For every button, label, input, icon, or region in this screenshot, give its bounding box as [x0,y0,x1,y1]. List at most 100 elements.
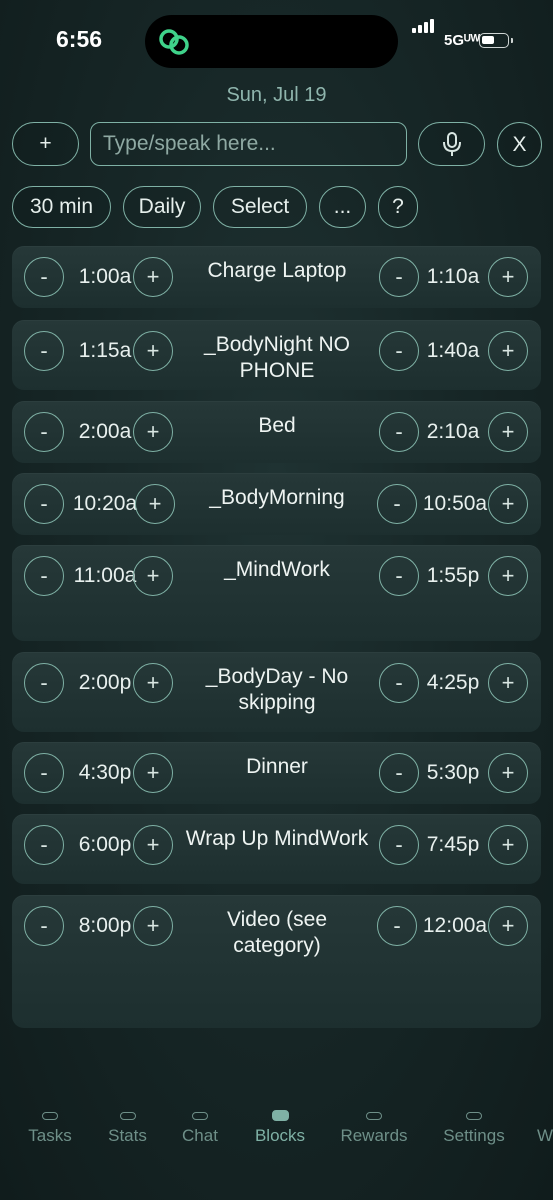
close-button[interactable]: X [497,122,542,167]
time-block[interactable]: - 6:00p + Wrap Up MindWork - 7:45p + [12,814,541,884]
block-title: Wrap Up MindWork [185,827,369,850]
frequency-button[interactable]: Daily [123,186,201,228]
block-title: _BodyDay - No skipping [205,665,349,714]
end-increment-button[interactable]: + [488,556,528,596]
end-decrement-button[interactable]: - [379,412,419,452]
end-time: 4:25p [426,671,480,694]
rewards-icon [366,1112,382,1120]
end-increment-button[interactable]: + [488,412,528,452]
end-time: 1:55p [426,564,480,587]
chat-icon [192,1112,208,1120]
tab-tasks[interactable]: Tasks [20,1112,80,1146]
tab-chat[interactable]: Chat [174,1112,226,1146]
block-title: Dinner [246,755,308,778]
tasks-icon [42,1112,58,1120]
start-increment-button[interactable]: + [135,484,175,524]
tab-label: Rewards [340,1126,408,1145]
time-block[interactable]: - 2:00p + _BodyDay - No skipping - 4:25p… [12,652,541,732]
end-decrement-button[interactable]: - [379,556,419,596]
start-increment-button[interactable]: + [133,753,173,793]
tab-label: Tasks [28,1126,72,1145]
start-increment-button[interactable]: + [133,906,173,946]
tab-label: W [537,1126,553,1145]
end-increment-button[interactable]: + [488,331,528,371]
start-decrement-button[interactable]: - [24,484,64,524]
blocks-icon [271,1110,289,1121]
tab-label: Blocks [254,1126,306,1145]
microphone-button[interactable] [418,122,485,166]
end-time: 2:10a [426,420,480,443]
time-block[interactable]: - 11:00a + _MindWork - 1:55p + [12,545,541,641]
tab-label: Chat [182,1126,218,1145]
end-decrement-button[interactable]: - [379,331,419,371]
end-time: 10:50a [422,492,488,515]
end-time: 1:40a [426,339,480,362]
time-block[interactable]: - 8:00p + Video (see category) - 12:00a … [12,895,541,1028]
duration-button[interactable]: 30 min [12,186,111,228]
settings-icon [466,1112,482,1120]
dynamic-island [145,15,398,68]
end-decrement-button[interactable]: - [379,825,419,865]
link-app-icon [159,29,189,55]
start-increment-button[interactable]: + [133,663,173,703]
end-increment-button[interactable]: + [488,484,528,524]
end-increment-button[interactable]: + [488,753,528,793]
network-label: 5Gᵁᵂ [444,32,481,49]
more-button[interactable]: ... [319,186,366,228]
tab-blocks[interactable]: Blocks [248,1110,312,1146]
block-title: _MindWork [224,558,330,581]
end-time: 1:10a [426,265,480,288]
start-increment-button[interactable]: + [133,331,173,371]
start-decrement-button[interactable]: - [24,331,64,371]
tab-w[interactable]: W [537,1112,553,1146]
block-title: _BodyMorning [209,486,345,509]
help-button[interactable]: ? [378,186,418,228]
end-time: 12:00a [422,914,488,937]
end-decrement-button[interactable]: - [377,484,417,524]
status-time: 6:56 [56,26,103,52]
end-increment-button[interactable]: + [488,663,528,703]
page-date: Sun, Jul 19 [226,84,327,106]
start-decrement-button[interactable]: - [24,825,64,865]
time-block[interactable]: - 2:00a + Bed - 2:10a + [12,401,541,463]
start-decrement-button[interactable]: - [24,753,64,793]
start-increment-button[interactable]: + [133,412,173,452]
start-increment-button[interactable]: + [133,257,173,297]
start-decrement-button[interactable]: - [24,412,64,452]
tab-rewards[interactable]: Rewards [335,1112,413,1146]
end-increment-button[interactable]: + [488,906,528,946]
task-input[interactable] [90,122,407,166]
status-bar: 6:56 5Gᵁᵂ [0,0,553,80]
end-decrement-button[interactable]: - [379,257,419,297]
tab-label: Settings [443,1126,505,1145]
start-increment-button[interactable]: + [133,556,173,596]
battery-icon [479,33,513,48]
end-time: 7:45p [426,833,480,856]
block-title: Video (see category) [226,908,328,957]
block-title: Charge Laptop [207,259,347,282]
end-decrement-button[interactable]: - [379,753,419,793]
time-block[interactable]: - 4:30p + Dinner - 5:30p + [12,742,541,804]
start-increment-button[interactable]: + [133,825,173,865]
end-time: 5:30p [426,761,480,784]
add-button[interactable]: + [12,122,79,166]
block-title: Bed [258,414,296,437]
end-decrement-button[interactable]: - [377,906,417,946]
end-increment-button[interactable]: + [488,257,528,297]
time-block[interactable]: - 10:20a + _BodyMorning - 10:50a + [12,473,541,535]
tab-settings[interactable]: Settings [437,1112,511,1146]
start-decrement-button[interactable]: - [24,556,64,596]
start-decrement-button[interactable]: - [24,663,64,703]
tab-label: Stats [108,1126,147,1145]
end-decrement-button[interactable]: - [379,663,419,703]
bottom-tab-bar: Tasks Stats Chat Blocks Rewards Settings… [0,1110,553,1172]
end-increment-button[interactable]: + [488,825,528,865]
start-decrement-button[interactable]: - [24,906,64,946]
start-decrement-button[interactable]: - [24,257,64,297]
select-button[interactable]: Select [213,186,307,228]
time-block[interactable]: - 1:00a + Charge Laptop - 1:10a + [12,246,541,308]
tab-stats[interactable]: Stats [100,1112,155,1146]
stats-icon [119,1112,136,1120]
block-title: _BodyNight NO PHONE [204,333,350,382]
time-block[interactable]: - 1:15a + _BodyNight NO PHONE - 1:40a + [12,320,541,390]
